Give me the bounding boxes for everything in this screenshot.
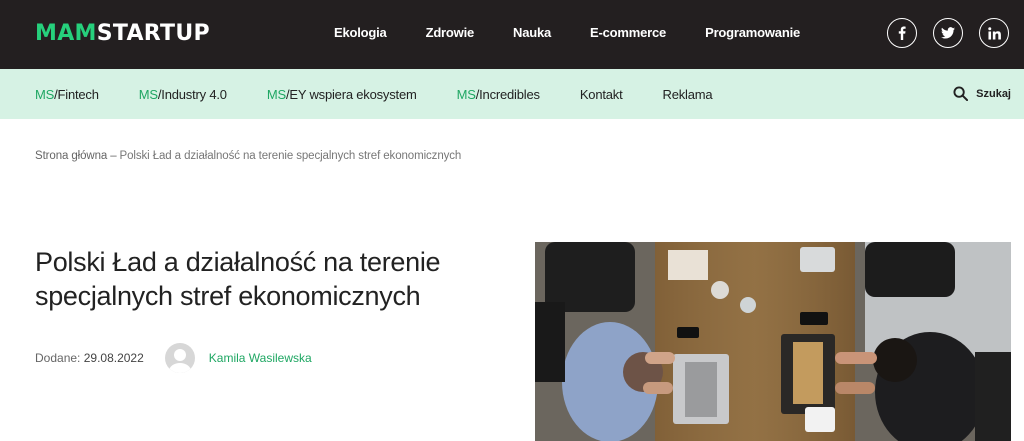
logo-accent: MAM xyxy=(35,21,97,46)
ms-prefix: MS xyxy=(35,86,55,102)
linkedin-icon xyxy=(987,26,1001,40)
subnav-ey[interactable]: MS/EY wspiera ekosystem xyxy=(267,87,417,102)
article-image xyxy=(535,242,1011,441)
breadcrumb: Strona główna – Polski Ład a działalność n… xyxy=(35,150,461,162)
nav-ekologia[interactable]: Ekologia xyxy=(334,23,387,43)
linkedin-button[interactable] xyxy=(979,18,1009,48)
avatar-head xyxy=(173,349,186,361)
facebook-icon xyxy=(898,26,906,40)
subnav-incredibles[interactable]: MS/Incredibles xyxy=(457,87,540,102)
twitter-icon xyxy=(941,27,955,39)
site-logo[interactable]: MAMSTARTUP xyxy=(35,19,210,49)
main-nav: Ekologia Zdrowie Nauka E-commerce Progra… xyxy=(314,23,839,43)
subnav-label: /Fintech xyxy=(54,86,99,102)
subnav-label: /EY wspiera ekosystem xyxy=(285,86,417,102)
secondary-nav-bar: MS/Fintech MS/Industry 4.0 MS/EY wspiera… xyxy=(0,69,1024,119)
facebook-button[interactable] xyxy=(887,18,917,48)
date-label: Dodane: xyxy=(35,351,81,365)
subnav-label: Reklama xyxy=(662,86,713,102)
subnav-fintech[interactable]: MS/Fintech xyxy=(35,87,99,102)
author-name[interactable]: Kamila Wasilewska xyxy=(209,351,312,365)
article-title: Polski Ład a działalność na terenie spec… xyxy=(35,247,441,311)
top-bar: MAMSTARTUP Ekologia Zdrowie Nauka E-comm… xyxy=(0,0,1024,69)
date-value: 29.08.2022 xyxy=(83,351,144,365)
author-avatar xyxy=(164,343,195,373)
search-icon xyxy=(953,86,969,101)
subnav-reklama[interactable]: Reklama xyxy=(663,87,713,102)
ms-prefix: MS xyxy=(138,86,158,102)
subnav-label: /Industry 4.0 xyxy=(157,86,227,102)
subnav-kontakt[interactable]: Kontakt xyxy=(580,87,623,102)
nav-e-commerce[interactable]: E-commerce xyxy=(590,23,666,43)
search-button[interactable]: Szukaj xyxy=(953,86,1011,101)
nav-zdrowie[interactable]: Zdrowie xyxy=(426,23,475,43)
ms-prefix: MS xyxy=(456,86,476,102)
subnav-industry[interactable]: MS/Industry 4.0 xyxy=(139,87,227,102)
article-photo-illustration xyxy=(535,242,1011,441)
publish-date: Dodane: 29.08.2022 xyxy=(35,351,144,365)
breadcrumb-current: Polski Ład a działalność na terenie spec… xyxy=(119,150,462,162)
avatar-body xyxy=(168,363,191,373)
breadcrumb-separator: – xyxy=(110,150,117,162)
logo-rest: STARTUP xyxy=(96,21,210,46)
ms-prefix: MS xyxy=(266,86,286,102)
search-label: Szukaj xyxy=(976,87,1011,100)
secondary-nav: MS/Fintech MS/Industry 4.0 MS/EY wspiera… xyxy=(35,69,752,119)
breadcrumb-home[interactable]: Strona główna xyxy=(35,150,107,162)
article-meta: Dodane: 29.08.2022 Kamila Wasilewska xyxy=(35,343,312,373)
subnav-label: Kontakt xyxy=(579,86,623,102)
twitter-button[interactable] xyxy=(933,18,963,48)
nav-programowanie[interactable]: Programowanie xyxy=(705,23,800,43)
subnav-label: /Incredibles xyxy=(475,86,540,102)
nav-nauka[interactable]: Nauka xyxy=(513,23,551,43)
